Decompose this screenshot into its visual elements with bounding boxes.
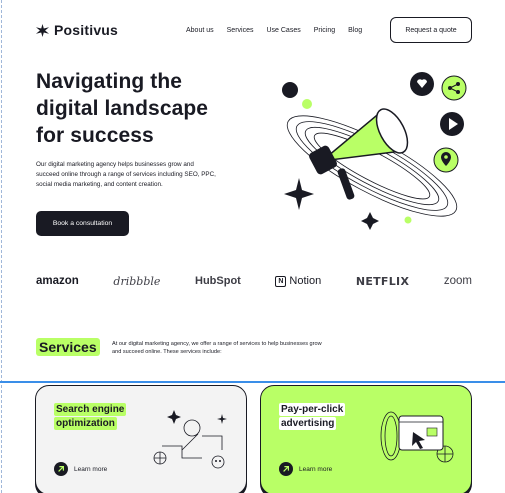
learn-more-link[interactable]: Learn more — [279, 462, 332, 476]
brand-netflix: NETFLIX — [355, 274, 410, 288]
services-description: At our digital marketing agency, we offe… — [112, 341, 322, 355]
learn-more-label: Learn more — [299, 465, 333, 473]
card-title-line: Pay-per-click — [279, 403, 346, 416]
site-header: Positivus About us Services Use Cases Pr… — [36, 16, 472, 44]
brand-zoom: zoom — [443, 275, 472, 287]
learn-more-label: Learn more — [74, 465, 108, 473]
service-card-seo[interactable]: Search engine optimization Learn more — [35, 385, 247, 493]
nav-pricing[interactable]: Pricing — [314, 27, 335, 34]
service-card-ppc[interactable]: Pay-per-click advertising Learn more — [260, 385, 472, 493]
hero-title-line: digital landscape — [36, 97, 209, 120]
megaphone-illustration — [282, 72, 467, 230]
request-quote-button[interactable]: Request a quote — [390, 17, 472, 43]
seo-illustration-icon — [153, 410, 227, 469]
brand-hubspot: HubSpot — [195, 275, 241, 287]
nav-services[interactable]: Services — [227, 27, 254, 34]
selection-guide-line — [0, 381, 505, 383]
hero-description: Our digital marketing agency helps busin… — [36, 161, 216, 188]
ppc-illustration-icon — [380, 411, 454, 463]
services-heading: Services — [36, 338, 100, 356]
hero-title-line: for success — [36, 124, 154, 147]
brand-logos: amazon dribbble HubSpot N Notion NETFLIX… — [36, 272, 472, 290]
learn-more-link[interactable]: Learn more — [54, 462, 107, 476]
hero-title-line: Navigating the — [36, 70, 183, 93]
arrow-icon — [279, 462, 293, 476]
logo[interactable]: Positivus — [36, 22, 118, 38]
card-title: Search engine optimization — [54, 403, 127, 431]
brand-dribbble: dribbble — [113, 274, 161, 288]
notion-icon: N — [275, 275, 287, 287]
card-title-line: Search engine — [54, 403, 127, 416]
main-nav: About us Services Use Cases Pricing Blog — [186, 16, 375, 44]
brand-notion-text: Notion — [289, 275, 322, 287]
brand-notion: N Notion — [275, 275, 321, 287]
nav-blog[interactable]: Blog — [348, 27, 362, 34]
guide-line — [1, 0, 2, 493]
card-title-line: optimization — [54, 417, 117, 430]
card-title-line: advertising — [279, 417, 337, 430]
nav-use-cases[interactable]: Use Cases — [266, 27, 300, 34]
nav-about-us[interactable]: About us — [186, 27, 214, 34]
arrow-icon — [54, 462, 68, 476]
book-consultation-button[interactable]: Book a consultation — [36, 211, 129, 236]
brand-amazon: amazon — [36, 275, 79, 287]
hero-title: Navigating the digital landscape for suc… — [36, 68, 236, 149]
card-title: Pay-per-click advertising — [279, 403, 346, 431]
logo-star-icon — [36, 23, 49, 37]
logo-text: Positivus — [54, 22, 119, 38]
